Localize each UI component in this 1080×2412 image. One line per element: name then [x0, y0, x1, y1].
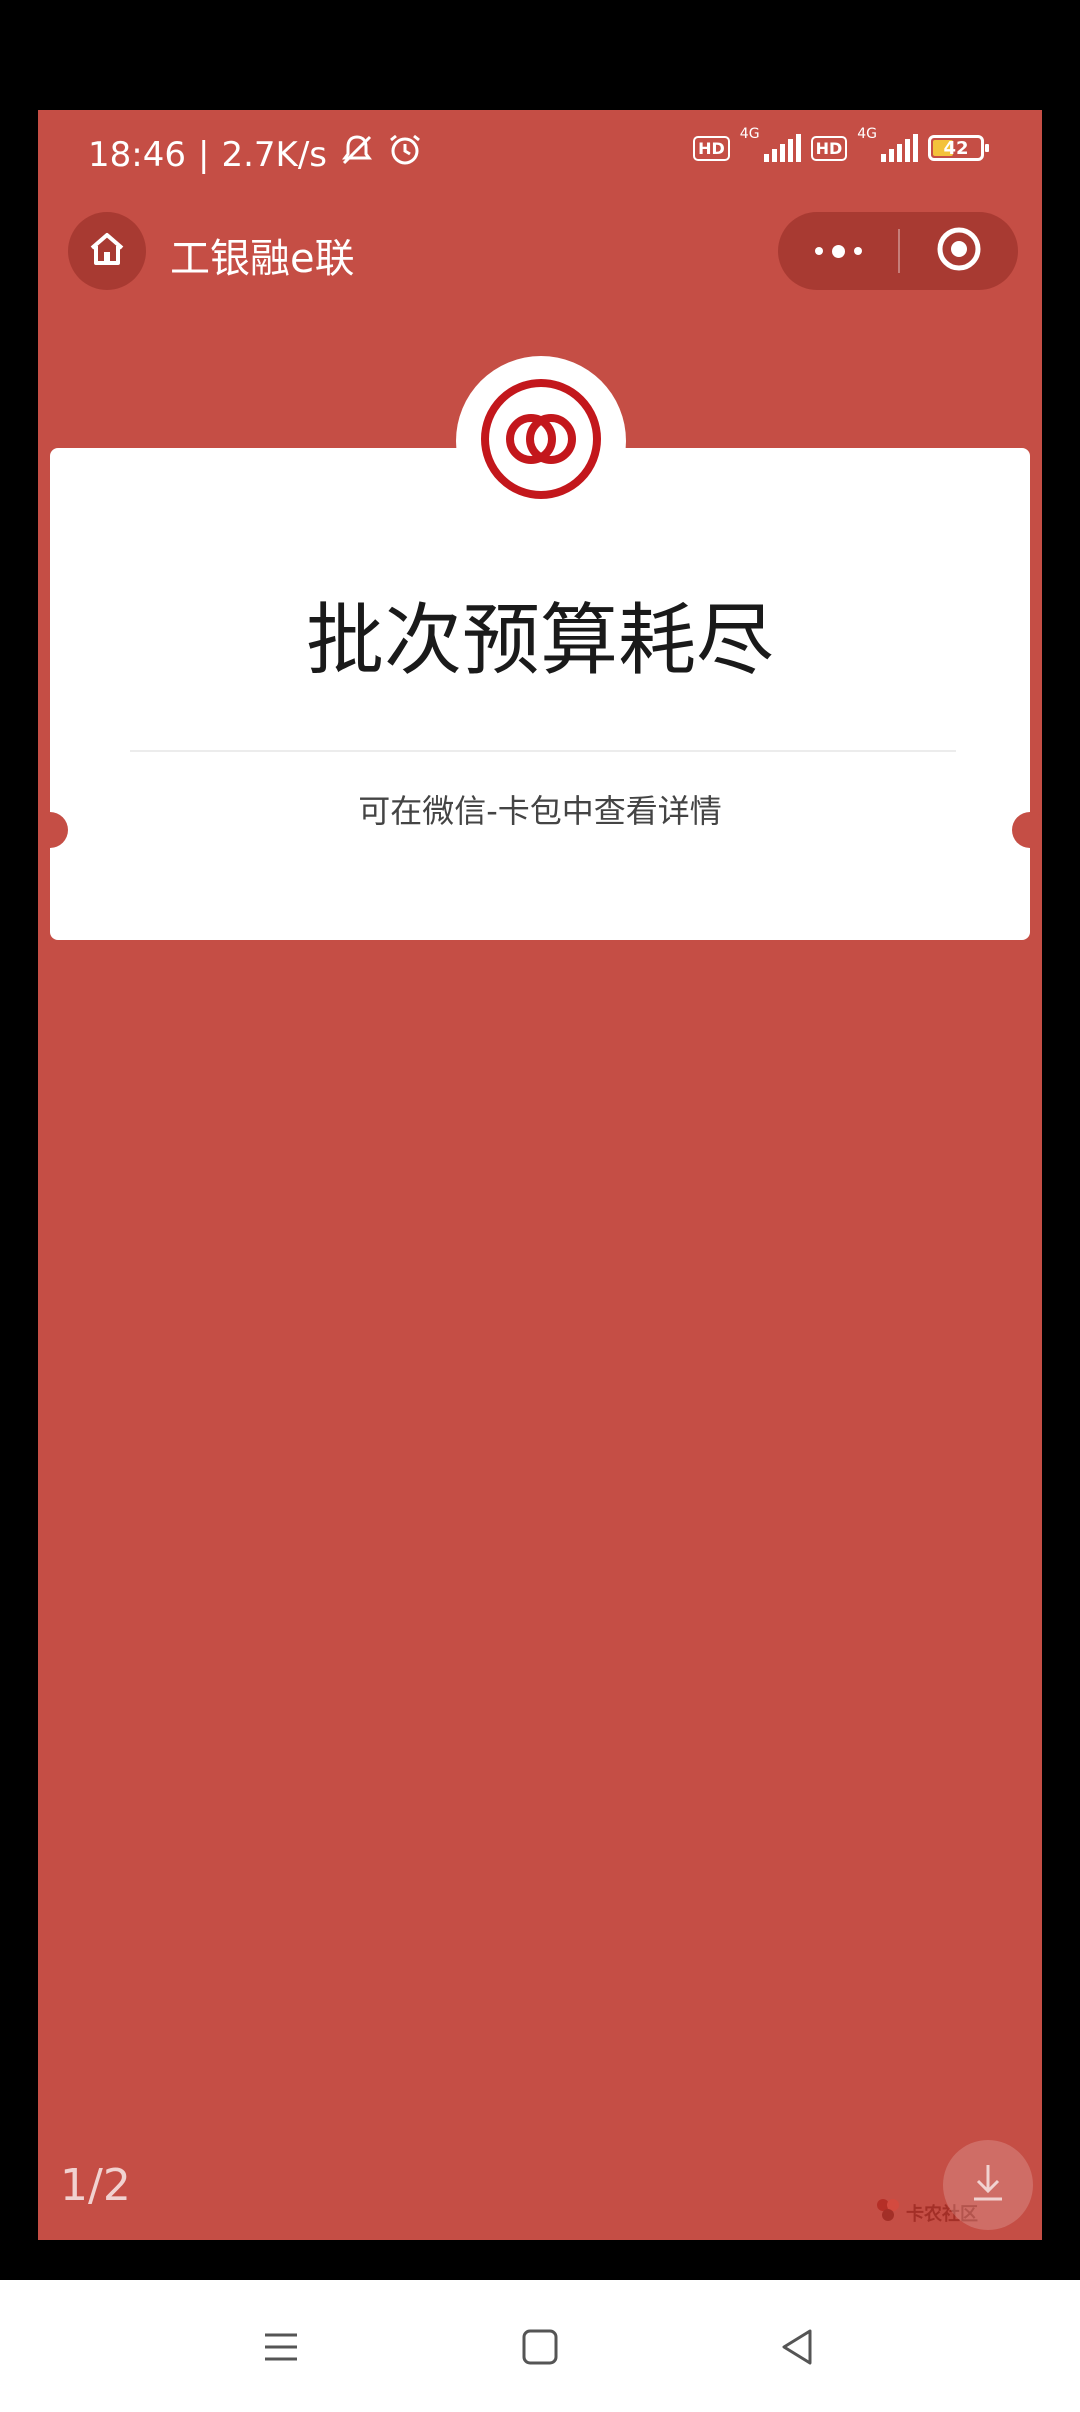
hd-badge-1: HD	[693, 135, 730, 161]
system-home-button[interactable]	[515, 2324, 565, 2374]
status-bar: 18:46 | 2.7K/s HD 4G HD 4G 42	[38, 110, 1042, 200]
status-left: 18:46 | 2.7K/s	[88, 132, 423, 177]
icbc-logo-icon	[476, 374, 606, 508]
home-icon	[86, 228, 128, 274]
more-dots-icon	[814, 244, 862, 258]
status-right: HD 4G HD 4G 42	[693, 126, 989, 162]
battery-icon: 42	[928, 135, 989, 161]
home-square-icon	[520, 2327, 560, 2371]
close-target-icon	[936, 226, 982, 276]
more-button[interactable]	[778, 212, 898, 290]
system-navigation-bar	[0, 2280, 1080, 2412]
network-type-1: 4G	[739, 126, 760, 142]
signal-icon	[763, 134, 801, 162]
capsule-menu	[778, 212, 1018, 290]
status-time: 18:46	[88, 134, 186, 175]
back-triangle-icon	[778, 2327, 818, 2371]
network-type-2: 4G	[857, 126, 877, 142]
mini-program-screen: 18:46 | 2.7K/s HD 4G HD 4G 42 工银融e联 批次预算…	[38, 110, 1042, 2240]
menu-icon	[261, 2327, 301, 2371]
download-button[interactable]	[943, 2140, 1033, 2230]
card-subtitle: 可在微信-卡包中查看详情	[358, 792, 722, 830]
home-button[interactable]	[68, 212, 146, 290]
logo-badge	[456, 356, 626, 526]
menu-button[interactable]	[256, 2324, 306, 2374]
status-separator: |	[197, 134, 210, 175]
alarm-icon	[387, 132, 423, 177]
mini-program-header: 工银融e联	[38, 200, 1042, 300]
back-button[interactable]	[773, 2324, 823, 2374]
download-icon	[964, 2159, 1012, 2211]
signal-icon-2	[881, 134, 918, 162]
net-speed: 2.7K/s	[221, 134, 327, 175]
card-title: 批次预算耗尽	[305, 596, 774, 686]
page-title: 工银融e联	[170, 236, 355, 282]
hd-badge-2: HD	[810, 135, 848, 161]
card-divider	[130, 750, 956, 752]
mute-bell-icon	[339, 132, 375, 177]
close-button[interactable]	[900, 212, 1018, 290]
watermark-logo-icon	[874, 2196, 902, 2229]
page-indicator: 1/2	[60, 2160, 131, 2211]
battery-level: 42	[943, 137, 969, 159]
